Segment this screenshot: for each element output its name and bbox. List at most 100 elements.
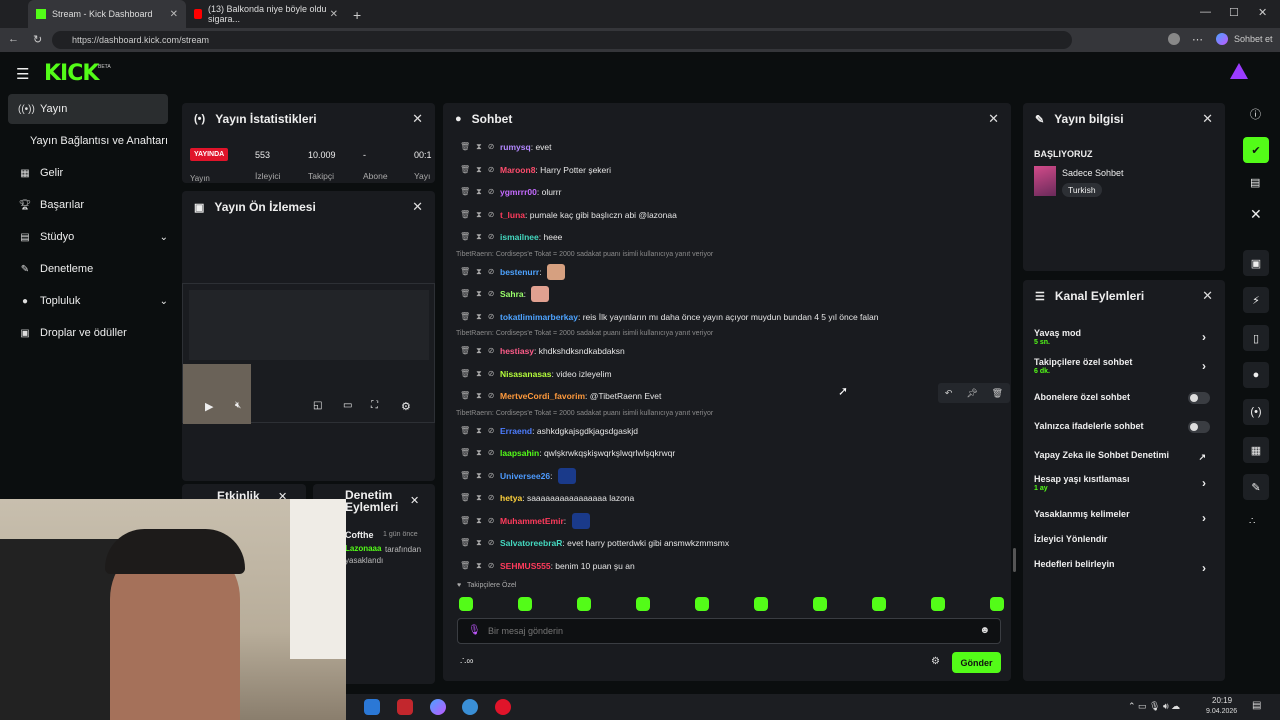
pin-icon[interactable]: 📌︎ xyxy=(966,388,977,399)
channel-action-item[interactable]: Abonelere özel sohbet xyxy=(1034,392,1214,412)
chat-input-box[interactable]: 🎙︎ ☻ xyxy=(457,618,1001,644)
chat-message[interactable]: 🗑︎ ⧗ ⊘ laapsahin: qwlşkrwkqşkişwqrkşlwqrlwl… xyxy=(460,444,675,462)
ban-icon[interactable]: ⊘ xyxy=(488,346,495,356)
emote-button[interactable] xyxy=(872,597,886,611)
emote-button[interactable] xyxy=(518,597,532,611)
preview-video[interactable]: ▶ 🔇︎ ◱ ▭ ⛶ ⚙ xyxy=(182,283,435,424)
hamburger-menu-icon[interactable]: ☰ xyxy=(16,65,29,83)
sidebar-item-denetleme[interactable]: ✎ Denetleme xyxy=(8,254,168,284)
sidebar-item-yayin[interactable]: ((•)) Yayın xyxy=(8,94,168,124)
chat-message[interactable]: 🗑︎ ⧗ ⊘ MertveCordi_favorim: @TibetRaenn Eve… xyxy=(460,387,661,405)
timeout-icon[interactable]: ⧗ xyxy=(476,426,482,436)
edge-icon[interactable] xyxy=(430,699,446,715)
delete-icon[interactable]: 🗑︎ xyxy=(460,369,470,379)
chat-message[interactable]: 🗑︎ ⧗ ⊘ Maroon8: Harry Potter şekeri xyxy=(460,161,611,179)
emoji-picker-icon[interactable]: ☻ xyxy=(979,625,990,636)
play-icon[interactable]: ▶ xyxy=(205,400,213,413)
chat-message[interactable]: 🗑︎ ⧗ ⊘ t_luna: pumale kaç gibi başlıczn abi… xyxy=(460,206,677,224)
rail-button-screen[interactable]: ▣ xyxy=(1243,250,1269,276)
chat-message[interactable]: 🗑︎ ⧗ ⊘ ygmrrr00: olurrr xyxy=(460,183,561,201)
timeout-icon[interactable]: ⧗ xyxy=(476,471,482,481)
tray-icons[interactable]: ⌃ ▭ 🎙︎ 🔊︎ ☁︎ xyxy=(1128,701,1180,712)
delete-icon[interactable]: 🗑︎ xyxy=(460,346,470,356)
timeout-icon[interactable]: ⧗ xyxy=(476,516,482,526)
chat-message[interactable]: 🗑︎ ⧗ ⊘ Nisasanasas: video izleyelim xyxy=(460,365,612,383)
channel-action-item[interactable]: Yapay Zeka ile Sohbet Denetimi ↗ xyxy=(1034,450,1214,470)
rail-button-wrench[interactable]: ✎ xyxy=(1243,474,1269,500)
sidebar-item-studyo[interactable]: ▤ Stüdyo ⌄ xyxy=(8,222,168,252)
tab-youtube[interactable]: (13) Balkonda niye böyle oldu sigara... … xyxy=(186,0,346,28)
settings-gear-icon[interactable]: ⚙ xyxy=(401,400,411,413)
ban-icon[interactable]: ⊘ xyxy=(488,471,495,481)
close-icon[interactable]: ✕ xyxy=(410,494,419,507)
rail-button-chat[interactable]: ● xyxy=(1243,362,1269,388)
emote-button[interactable] xyxy=(577,597,591,611)
chat-message[interactable]: 🗑︎ ⧗ ⊘ SEHMUS555: benim 10 puan şu an xyxy=(460,557,635,575)
app-icon[interactable] xyxy=(462,699,478,715)
delete-icon[interactable]: 🗑︎ xyxy=(460,471,470,481)
chat-username[interactable]: Nisasanasas xyxy=(500,369,552,379)
fullscreen-icon[interactable]: ⛶ xyxy=(371,400,378,411)
chat-username[interactable]: hetya xyxy=(500,493,522,503)
toggle-switch[interactable] xyxy=(1188,392,1210,404)
delete-icon[interactable]: 🗑︎ xyxy=(460,187,470,197)
timeout-icon[interactable]: ⧗ xyxy=(476,232,482,242)
ban-icon[interactable]: ⊘ xyxy=(488,369,495,379)
rail-button-flash[interactable]: ⚡︎ xyxy=(1243,287,1269,313)
window-close-icon[interactable]: ✕ xyxy=(1258,6,1267,19)
adobe-icon[interactable] xyxy=(397,699,413,715)
emote-button[interactable] xyxy=(695,597,709,611)
timeout-icon[interactable]: ⧗ xyxy=(476,538,482,548)
profile-avatar[interactable] xyxy=(1168,33,1180,45)
timeout-icon[interactable]: ⧗ xyxy=(476,561,482,571)
chat-username[interactable]: hestiasy xyxy=(500,346,534,356)
ban-icon[interactable]: ⊘ xyxy=(488,561,495,571)
outlook-icon[interactable] xyxy=(364,699,380,715)
mute-icon[interactable]: 🔇︎ xyxy=(235,400,241,411)
chat-username[interactable]: SalvatoreebraR xyxy=(500,538,562,548)
theater-icon[interactable]: ▭ xyxy=(343,400,352,411)
chat-username[interactable]: bestenurr xyxy=(500,267,539,277)
emote-button[interactable] xyxy=(754,597,768,611)
pip-icon[interactable]: ◱ xyxy=(313,400,322,411)
timeout-icon[interactable]: ⧗ xyxy=(476,312,482,322)
channel-action-item[interactable]: İzleyici Yönlendir xyxy=(1034,534,1214,554)
emote-button[interactable] xyxy=(459,597,473,611)
minimize-icon[interactable]: — xyxy=(1200,6,1211,18)
ban-icon[interactable]: ⊘ xyxy=(488,142,495,152)
chat-message[interactable]: 🗑︎ ⧗ ⊘ Universee26: xyxy=(460,467,576,485)
emote-button[interactable] xyxy=(813,597,827,611)
chat-username[interactable]: SEHMUS555 xyxy=(500,561,551,571)
timeout-icon[interactable]: ⧗ xyxy=(476,448,482,458)
channel-action-item[interactable]: Yavaş mod 5 sn. › xyxy=(1034,328,1214,348)
delete-icon[interactable]: 🗑︎ xyxy=(460,561,470,571)
close-icon[interactable]: ✕ xyxy=(412,199,423,215)
tab-close-icon[interactable]: ✕ xyxy=(330,9,338,20)
delete-icon[interactable]: 🗑︎ xyxy=(460,391,470,401)
chat-scrollbar[interactable] xyxy=(1013,548,1016,572)
chat-username[interactable]: ygmrrr00 xyxy=(500,187,537,197)
timeout-icon[interactable]: ⧗ xyxy=(476,165,482,175)
chat-username[interactable]: MuhammetEmir xyxy=(500,516,564,526)
ban-icon[interactable]: ⊘ xyxy=(488,391,495,401)
chat-username[interactable]: Universee26 xyxy=(500,471,550,481)
tab-kick-dashboard[interactable]: Stream - Kick Dashboard ✕ xyxy=(28,0,186,28)
chat-username[interactable]: ismailnee xyxy=(500,232,539,242)
sidebar-item-gelir[interactable]: ▦ Gelir xyxy=(8,158,168,188)
timeout-icon[interactable]: ⧗ xyxy=(476,210,482,220)
channel-action-item[interactable]: Takipçilere özel sohbet 6 dk. › xyxy=(1034,357,1214,377)
delete-icon[interactable]: 🗑︎ xyxy=(460,210,470,220)
delete-icon[interactable]: 🗑︎ xyxy=(460,426,470,436)
close-icon[interactable]: ✕ xyxy=(1202,288,1213,304)
timeout-icon[interactable]: ⧗ xyxy=(476,289,482,299)
sidebar-item-basarilar[interactable]: 🏆︎ Başarılar xyxy=(8,190,168,220)
timeout-icon[interactable]: ⧗ xyxy=(476,142,482,152)
chat-message[interactable]: 🗑︎ ⧗ ⊘ Sahra: xyxy=(460,285,550,303)
ban-icon[interactable]: ⊘ xyxy=(488,289,495,299)
chat-message[interactable]: 🗑︎ ⧗ ⊘ tokatlimimarberkay: reis İlk yayınla… xyxy=(460,308,878,326)
new-tab-icon[interactable]: + xyxy=(353,7,361,23)
delete-icon[interactable]: 🗑︎ xyxy=(992,388,1003,399)
kick-logo[interactable]: KICK xyxy=(44,61,99,86)
sidebar-item-stream-key[interactable]: Yayın Bağlantısı ve Anahtarı xyxy=(30,126,180,156)
chat-username[interactable]: Sahra xyxy=(500,289,524,299)
